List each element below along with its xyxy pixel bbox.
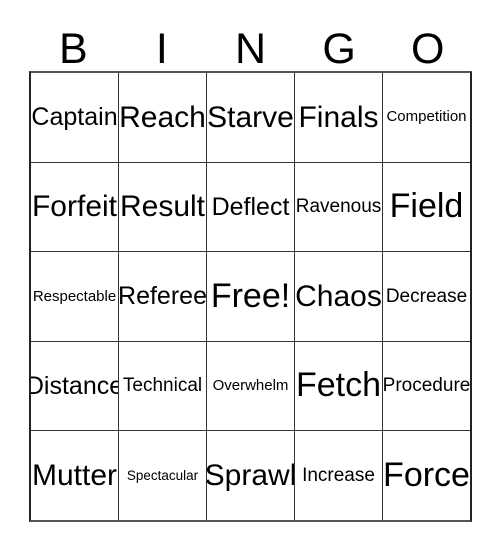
- bingo-cell-label: Field: [389, 187, 464, 226]
- bingo-cell-label: Distance: [31, 371, 118, 400]
- bingo-cell-label: Finals: [298, 100, 379, 134]
- bingo-cell-free-space[interactable]: Free!: [206, 252, 294, 341]
- bingo-cell-r1c1[interactable]: Captain: [31, 73, 118, 162]
- bingo-cell-r2c5[interactable]: Field: [382, 162, 470, 252]
- bingo-cell-label: Respectable: [32, 287, 117, 305]
- bingo-cell-r5c5[interactable]: Force: [382, 431, 470, 520]
- bingo-cell-r2c4[interactable]: Ravenous: [294, 162, 382, 252]
- bingo-cell-label: Force: [383, 455, 470, 494]
- bingo-cell-label: Result: [119, 190, 206, 224]
- bingo-header-letter-b: B: [58, 25, 88, 73]
- bingo-cell-label: Procedure: [382, 375, 470, 397]
- bingo-header-letter-i: I: [155, 25, 168, 73]
- bingo-cell-r1c3[interactable]: Starve: [206, 73, 294, 162]
- bingo-cell-label: Referee: [118, 282, 206, 311]
- bingo-cell-r1c2[interactable]: Reach: [118, 73, 206, 162]
- bingo-cell-label: Technical: [122, 375, 203, 397]
- bingo-row: Distance Technical Overwhelm Fetch Proce…: [31, 340, 470, 431]
- bingo-cell-label: Ravenous: [295, 195, 382, 217]
- bingo-cell-r2c3[interactable]: Deflect: [206, 162, 294, 252]
- bingo-cell-label: Deflect: [211, 192, 290, 221]
- bingo-row: Mutter Spectacular Sprawl Increase Force: [31, 430, 470, 520]
- bingo-cell-r4c1[interactable]: Distance: [31, 341, 118, 431]
- bingo-free-space-label: Free!: [210, 276, 291, 315]
- bingo-header-letter-n: N: [234, 25, 267, 73]
- bingo-cell-r5c2[interactable]: Spectacular: [118, 431, 206, 520]
- bingo-row: Forfeit Result Deflect Ravenous Field: [31, 161, 470, 252]
- bingo-cell-label: Captain: [31, 103, 118, 132]
- bingo-cell-r2c1[interactable]: Forfeit: [31, 162, 118, 252]
- bingo-cell-label: Fetch: [295, 366, 382, 405]
- bingo-cell-label: Reach: [119, 100, 206, 134]
- bingo-cell-label: Spectacular: [126, 467, 199, 483]
- bingo-cell-label: Sprawl: [206, 458, 294, 492]
- bingo-cell-label: Overwhelm: [212, 377, 289, 395]
- bingo-cell-r4c3[interactable]: Overwhelm: [206, 341, 294, 431]
- bingo-header-row: B I N G O: [29, 18, 472, 71]
- bingo-cell-label: Forfeit: [31, 190, 118, 224]
- bingo-card: B I N G O Captain Reach Starve Finals Co…: [29, 18, 472, 522]
- bingo-cell-label: Chaos: [295, 279, 382, 313]
- bingo-header-letter-o: O: [410, 25, 445, 73]
- bingo-cell-r5c4[interactable]: Increase: [294, 431, 382, 520]
- bingo-cell-label: Competition: [386, 108, 467, 126]
- bingo-row: Captain Reach Starve Finals Competition: [31, 73, 470, 162]
- bingo-cell-label: Decrease: [385, 285, 468, 307]
- bingo-grid: Captain Reach Starve Finals Competition …: [29, 71, 472, 522]
- bingo-cell-r2c2[interactable]: Result: [118, 162, 206, 252]
- bingo-cell-r5c3[interactable]: Sprawl: [206, 431, 294, 520]
- bingo-cell-r4c4[interactable]: Fetch: [294, 341, 382, 431]
- bingo-cell-r3c2[interactable]: Referee: [118, 252, 206, 341]
- bingo-cell-r5c1[interactable]: Mutter: [31, 431, 118, 520]
- bingo-cell-label: Mutter: [31, 458, 118, 492]
- bingo-header-letter-g: G: [322, 25, 356, 73]
- bingo-cell-label: Increase: [302, 464, 375, 486]
- bingo-cell-r3c4[interactable]: Chaos: [294, 252, 382, 341]
- bingo-cell-r4c2[interactable]: Technical: [118, 341, 206, 431]
- bingo-cell-r4c5[interactable]: Procedure: [382, 341, 470, 431]
- bingo-row: Respectable Referee Free! Chaos Decrease: [31, 251, 470, 341]
- bingo-cell-r1c4[interactable]: Finals: [294, 73, 382, 162]
- bingo-cell-r1c5[interactable]: Competition: [382, 73, 470, 162]
- bingo-cell-r3c5[interactable]: Decrease: [382, 252, 470, 341]
- bingo-cell-label: Starve: [207, 100, 294, 134]
- bingo-cell-r3c1[interactable]: Respectable: [31, 252, 118, 341]
